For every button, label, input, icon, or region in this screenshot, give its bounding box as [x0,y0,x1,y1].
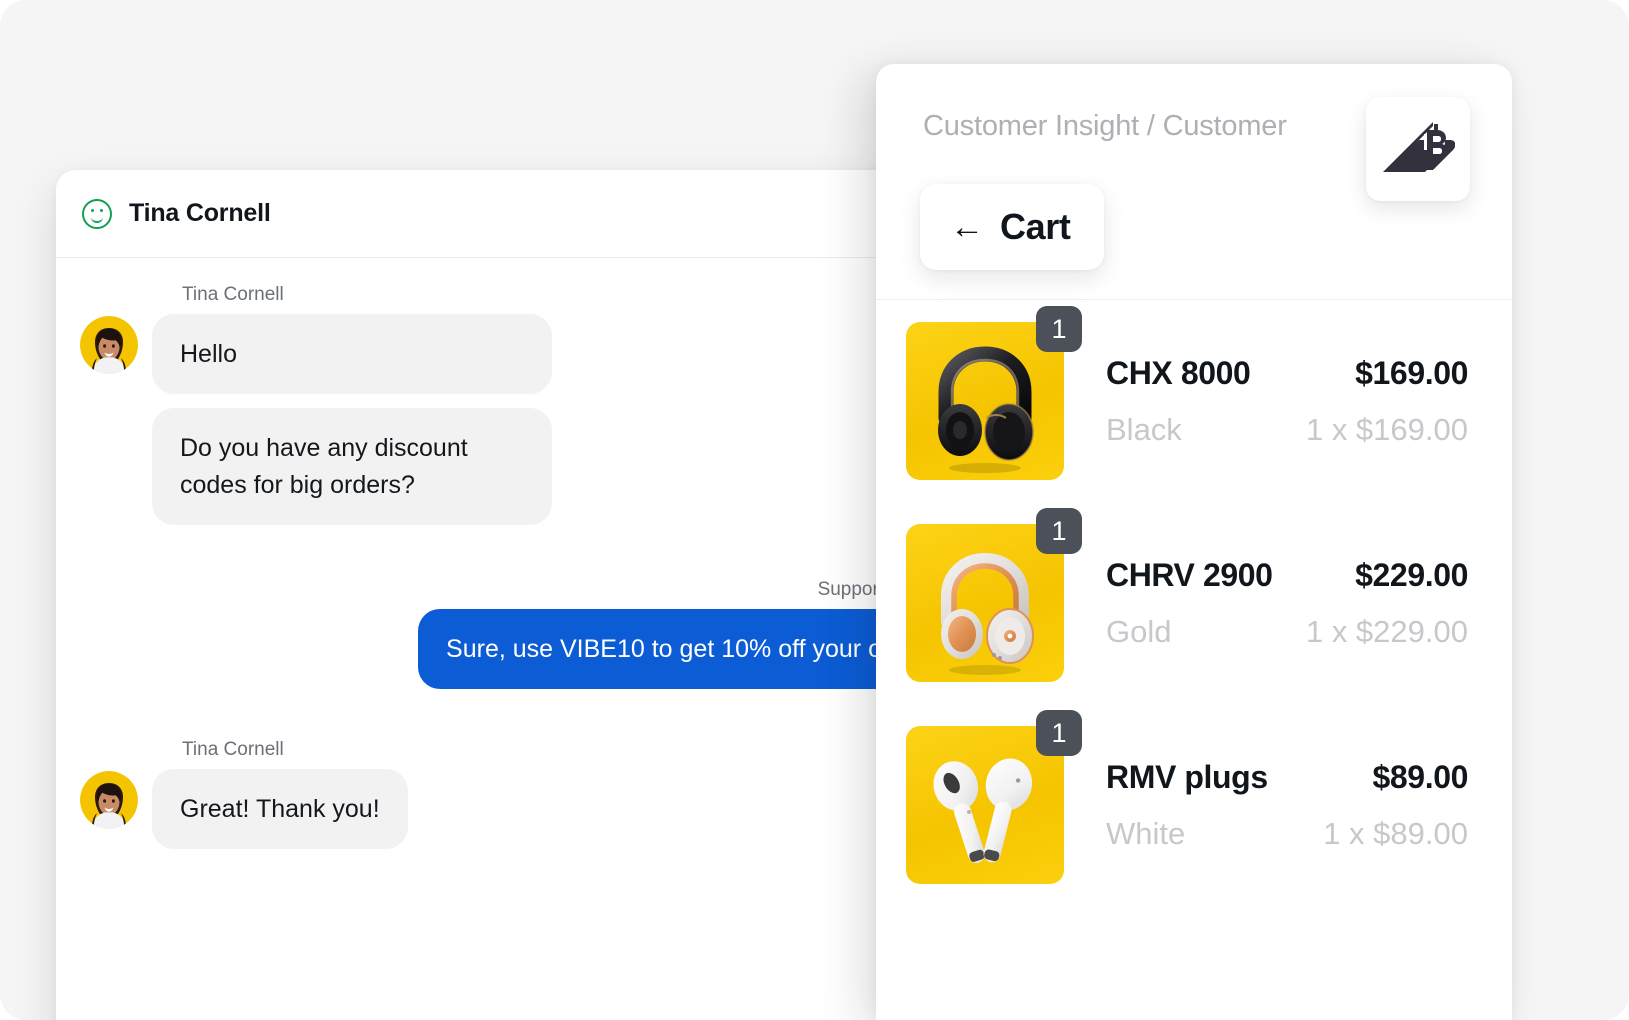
cart-header: Customer Insight / Customer ← Cart [876,64,1512,300]
cart-item-info: RMV plugs $89.00 White 1 x $89.00 [1106,759,1468,852]
product-thumbnail-wrap: 1 [906,508,1082,682]
product-line-total: 1 x $169.00 [1305,411,1468,447]
product-line-total: 1 x $89.00 [1323,815,1468,851]
cart-panel: Customer Insight / Customer ← Cart 1 CHX… [876,64,1512,1020]
quantity-badge: 1 [1036,306,1082,352]
product-thumbnail-wrap: 1 [906,306,1082,480]
chat-bubble: Do you have any discount codes for big o… [152,408,552,525]
bigcommerce-logo [1366,97,1470,201]
product-name: RMV plugs [1106,758,1268,795]
chat-bubble: Great! Thank you! [152,769,408,850]
product-price: $229.00 [1355,556,1468,593]
cart-item-info: CHX 8000 $169.00 Black 1 x $169.00 [1106,355,1468,448]
back-to-cart-label: Cart [1000,206,1071,247]
cart-item[interactable]: 1 CHX 8000 $169.00 Black 1 x $169.00 [876,300,1512,502]
product-line-total: 1 x $229.00 [1305,613,1468,649]
breadcrumb: Customer Insight / Customer [923,110,1287,142]
product-thumbnail-wrap: 1 [906,710,1082,884]
product-price: $169.00 [1355,354,1468,391]
cart-item[interactable]: 1 CHRV 2900 $229.00 Gold 1 x $229.00 [876,502,1512,704]
product-price: $89.00 [1372,758,1469,795]
product-variant: Gold [1106,613,1172,649]
chat-bubble: Hello [152,314,552,395]
cart-item-info: CHRV 2900 $229.00 Gold 1 x $229.00 [1106,557,1468,650]
smiley-icon [82,198,112,229]
product-variant: Black [1106,411,1182,447]
quantity-badge: 1 [1036,508,1082,554]
cart-item-list: 1 CHX 8000 $169.00 Black 1 x $169.00 1 C… [876,300,1512,906]
product-name: CHRV 2900 [1106,556,1273,593]
avatar-tina [80,316,138,374]
chat-title: Tina Cornell [129,199,271,227]
back-to-cart-button[interactable]: ← Cart [920,184,1105,270]
product-name: CHX 8000 [1106,354,1251,391]
quantity-badge: 1 [1036,710,1082,756]
product-variant: White [1106,815,1186,851]
message-sender: Tina Cornell [182,284,284,305]
arrow-left-icon: ← [950,208,984,246]
cart-item[interactable]: 1 RMV plugs $89.00 White 1 x $89.00 [876,704,1512,906]
app-canvas: Tina Cornell Tina Cornell Hello Do you h… [0,0,1629,1020]
avatar-tina [80,771,138,829]
message-sender: Tina Cornell [182,739,284,760]
